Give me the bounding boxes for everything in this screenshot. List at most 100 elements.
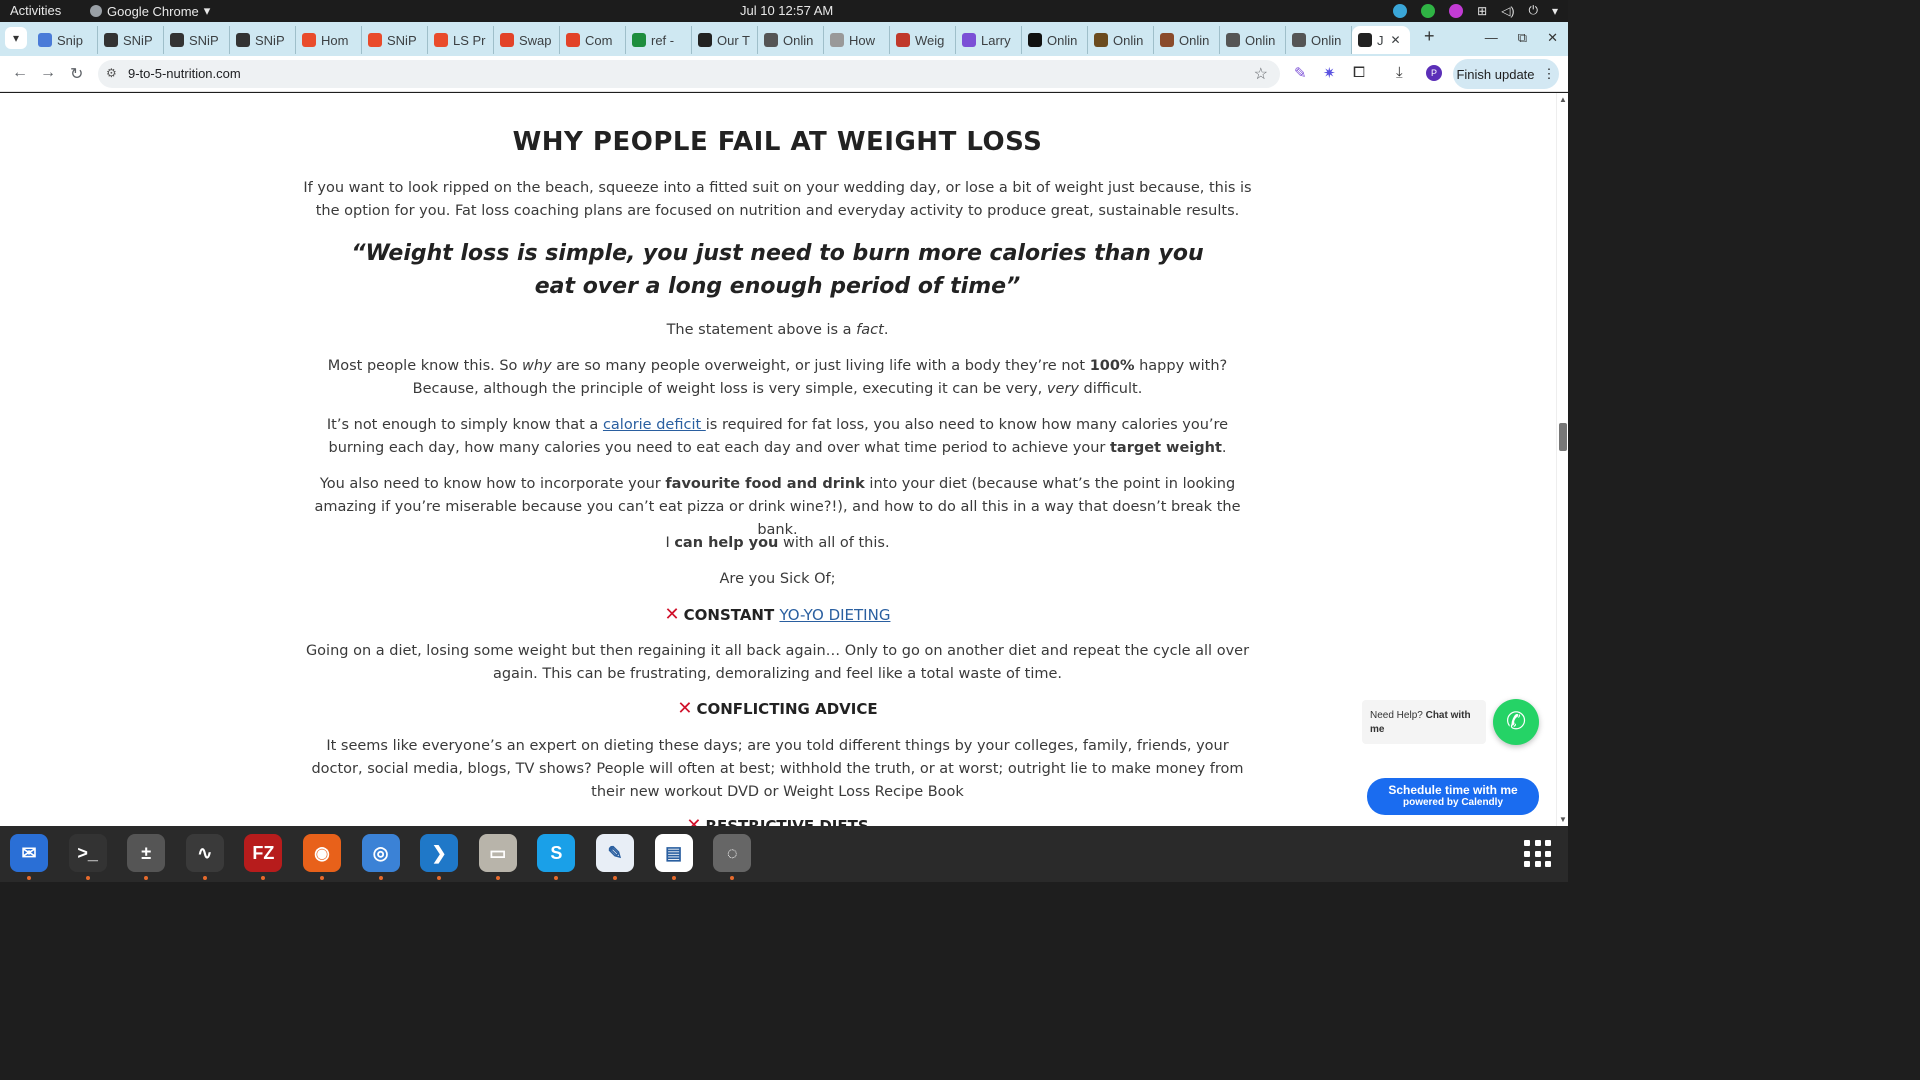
intro-paragraph: If you want to look ripped on the beach,…	[303, 180, 1252, 219]
tab-search-button[interactable]: ▾	[5, 27, 27, 49]
restore-icon[interactable]: ⧉	[1518, 30, 1527, 46]
tab-label: J	[1377, 32, 1384, 48]
scroll-down-icon[interactable]: ▼	[1559, 815, 1567, 824]
firefox-icon[interactable]: ◉	[303, 834, 341, 872]
activities-button[interactable]: Activities	[10, 3, 61, 18]
browser-tab[interactable]: SNiP	[164, 26, 230, 54]
bookmark-star-icon[interactable]: ☆	[1254, 64, 1268, 84]
chrome-icon	[90, 5, 102, 17]
calorie-deficit-link[interactable]: calorie deficit	[603, 417, 706, 433]
calendly-schedule-button[interactable]: Schedule time with me powered by Calendl…	[1367, 778, 1539, 815]
browser-tab[interactable]: LS Pr	[428, 26, 494, 54]
gear-extension-icon[interactable]: ✷	[1323, 64, 1336, 82]
browser-tab[interactable]: Weig	[890, 26, 956, 54]
tab-favicon-icon	[566, 33, 580, 47]
site-settings-icon[interactable]: ⚙	[106, 66, 117, 80]
active-browser-tab[interactable]: J ✕	[1352, 26, 1410, 54]
sync-icon[interactable]	[1393, 3, 1408, 18]
whatsapp-chat-button[interactable]: ✆	[1493, 699, 1539, 745]
check-icon[interactable]	[1421, 3, 1436, 18]
caret-down-icon: ▾	[203, 3, 211, 18]
need-help-bubble[interactable]: Need Help? Chat with me	[1362, 700, 1486, 744]
network-icon[interactable]: ⊞	[1477, 4, 1487, 18]
help-paragraph: I can help you with all of this.	[665, 535, 890, 551]
minimize-icon[interactable]: —	[1485, 30, 1498, 46]
browser-tab[interactable]: Hom	[296, 26, 362, 54]
browser-tab[interactable]: Onlin	[1154, 26, 1220, 54]
yoyo-dieting-link[interactable]: YO-YO DIETING	[779, 606, 890, 624]
running-indicator	[202, 876, 207, 880]
browser-tab[interactable]: SNiP	[98, 26, 164, 54]
browser-tab[interactable]: Com	[560, 26, 626, 54]
tab-label: Snip	[57, 32, 84, 48]
skype-icon[interactable]: S	[537, 834, 576, 872]
page-scrollbar[interactable]: ▲ ▼	[1556, 93, 1568, 826]
finish-update-button[interactable]: Finish update ⋮	[1453, 59, 1559, 89]
tab-favicon-icon	[1292, 33, 1306, 47]
calculator-icon[interactable]: ±	[127, 834, 166, 872]
tab-favicon-icon	[104, 33, 118, 47]
page-title: WHY PEOPLE FAIL AT WEIGHT LOSS	[512, 127, 1043, 157]
app-indicator-icon[interactable]	[1449, 3, 1464, 18]
profile-avatar[interactable]: P	[1426, 65, 1442, 81]
url-text[interactable]: 9-to-5-nutrition.com	[128, 66, 241, 81]
close-window-icon[interactable]: ✕	[1547, 30, 1558, 46]
download-icon[interactable]: ⤓	[1396, 64, 1403, 81]
vscode-icon[interactable]: ❯	[420, 834, 459, 872]
tab-label: Hom	[321, 32, 349, 48]
filezilla-icon[interactable]: FZ	[244, 834, 283, 872]
tab-favicon-icon	[170, 33, 184, 47]
browser-tab[interactable]: Onlin	[758, 26, 824, 54]
tab-favicon-icon	[434, 33, 448, 47]
show-apps-icon[interactable]	[1524, 840, 1552, 868]
system-tray[interactable]: ⊞ ◁) ⏻ ▾	[1393, 3, 1558, 18]
browser-tab[interactable]: Onlin	[1022, 26, 1088, 54]
forward-icon[interactable]: →	[40, 64, 56, 82]
browser-tab[interactable]: SNiP	[362, 26, 428, 54]
scrollbar-thumb[interactable]	[1559, 423, 1567, 451]
browser-tab[interactable]: ref -	[626, 26, 692, 54]
browser-tab[interactable]: Onlin	[1220, 26, 1286, 54]
power-icon[interactable]: ⏻	[1528, 3, 1538, 18]
browser-tab[interactable]: Snip	[32, 26, 98, 54]
browser-tab[interactable]: Swap	[494, 26, 560, 54]
pen-extension-icon[interactable]: ✎	[1294, 64, 1307, 82]
tab-favicon-icon	[764, 33, 778, 47]
back-icon[interactable]: ←	[12, 64, 28, 82]
files-icon[interactable]: ▭	[478, 834, 517, 872]
scroll-up-icon[interactable]: ▲	[1559, 95, 1567, 104]
extensions-puzzle-icon[interactable]: ⧠	[1353, 64, 1365, 81]
tab-label: Onlin	[1245, 32, 1276, 48]
disk-tool-icon[interactable]: ◌	[713, 834, 752, 872]
tab-favicon-icon	[1160, 33, 1174, 47]
chrome-icon[interactable]: ◎	[361, 834, 400, 872]
browser-tab[interactable]: How	[824, 26, 890, 54]
chevron-down-icon[interactable]: ▾	[1552, 4, 1558, 18]
new-tab-button[interactable]: +	[1424, 26, 1435, 47]
close-tab-icon[interactable]: ✕	[1391, 33, 1401, 47]
clock[interactable]: Jul 10 12:57 AM	[740, 3, 833, 18]
browser-tab[interactable]: Our T	[692, 26, 758, 54]
toolbar: ← → ↻ ⚙ 9-to-5-nutrition.com ☆ ✎ ✷ ⧠ ⤓ P…	[0, 56, 1568, 92]
reload-icon[interactable]: ↻	[70, 64, 83, 84]
browser-tab[interactable]: Onlin	[1286, 26, 1352, 54]
running-indicator	[261, 876, 266, 880]
browser-tab[interactable]: Larry	[956, 26, 1022, 54]
browser-tab[interactable]: SNiP	[230, 26, 296, 54]
volume-icon[interactable]: ◁)	[1501, 4, 1514, 18]
text-editor-icon[interactable]: ✎	[596, 834, 634, 872]
terminal-icon[interactable]: >_	[68, 834, 107, 872]
app-menu[interactable]: Google Chrome ▾	[90, 3, 210, 19]
running-indicator	[613, 876, 617, 880]
thunderbird-icon[interactable]: ✉	[10, 834, 48, 872]
app-name: Google Chrome	[107, 3, 199, 19]
calorie-paragraph: It’s not enough to simply know that a ca…	[326, 417, 1229, 456]
address-bar[interactable]: ⚙ 9-to-5-nutrition.com ☆	[98, 60, 1280, 88]
browser-tab[interactable]: Onlin	[1088, 26, 1154, 54]
tab-label: Onlin	[783, 32, 814, 48]
tab-favicon-icon	[830, 33, 844, 47]
system-monitor-icon[interactable]: ∿	[185, 834, 224, 872]
tab-favicon-icon	[368, 33, 382, 47]
document-viewer-icon[interactable]: ▤	[654, 834, 693, 872]
tab-list: Snip SNiP SNiP SNiP Hom SNiP LS Pr Swap Com ref -…	[32, 26, 1410, 54]
